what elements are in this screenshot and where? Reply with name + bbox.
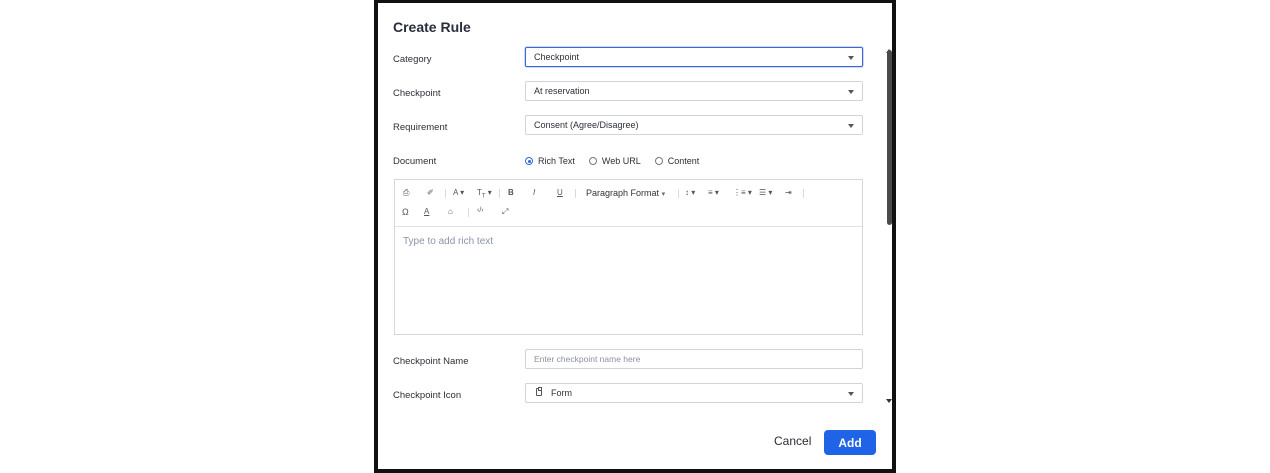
indent-icon[interactable]: ⇥ (785, 188, 792, 197)
create-rule-dialog-frame: Create Rule Category Checkpoint Checkpoi… (374, 0, 896, 473)
radio-selected-icon (525, 157, 533, 165)
chevron-down-icon (848, 90, 854, 94)
checkpoint-icon-label: Checkpoint Icon (393, 390, 462, 401)
checkpoint-value: At reservation (534, 86, 590, 96)
text-color-icon[interactable]: A (424, 207, 429, 216)
cancel-button[interactable]: Cancel (774, 434, 811, 448)
toolbar-divider (468, 208, 469, 217)
chevron-down-icon: ▾ (661, 191, 666, 198)
unordered-list-icon[interactable]: ☰ ▾ (759, 188, 772, 197)
add-button[interactable]: Add (824, 430, 876, 455)
checkpoint-name-input[interactable] (525, 349, 863, 369)
radio-content[interactable]: Content (654, 156, 700, 166)
category-select[interactable]: Checkpoint (525, 47, 863, 67)
checkpoint-icon-select[interactable]: Form (525, 383, 863, 403)
checkpoint-select[interactable]: At reservation (525, 81, 863, 101)
toolbar-divider (803, 189, 804, 198)
scrollbar-thumb[interactable] (887, 50, 892, 225)
editor-toolbar: ⎙ ✐ A ▾ TT ▾ B I U Paragraph Format ▾ ↕ … (395, 180, 862, 227)
ordered-list-icon[interactable]: ⋮≡ ▾ (733, 188, 752, 197)
code-view-icon[interactable]: ‹/› (477, 207, 484, 214)
chevron-down-icon (848, 56, 854, 60)
radio-unselected-icon (588, 157, 597, 165)
underline-icon[interactable]: U (557, 188, 563, 197)
category-label: Category (393, 54, 432, 65)
paragraph-format-label: Paragraph Format (586, 188, 660, 198)
checkpoint-icon-value: Form (551, 388, 572, 398)
radio-unselected-icon (654, 157, 663, 165)
font-size-icon[interactable]: TT ▾ (477, 188, 492, 200)
scroll-down-arrow[interactable] (886, 399, 892, 403)
clipboard-icon (536, 387, 542, 396)
toolbar-divider (499, 189, 500, 198)
font-family-icon[interactable]: A ▾ (453, 188, 464, 197)
italic-icon[interactable]: I (533, 188, 535, 197)
fullscreen-icon[interactable]: ⤢ (502, 207, 508, 217)
toolbar-divider (445, 189, 446, 198)
editor-placeholder[interactable]: Type to add rich text (403, 236, 493, 247)
requirement-select[interactable]: Consent (Agree/Disagree) (525, 115, 863, 135)
radio-rich-text-label: Rich Text (538, 156, 575, 166)
line-height-icon[interactable]: ↕ ▾ (685, 188, 695, 197)
print-icon[interactable]: ⎙ (403, 188, 409, 198)
document-label: Document (393, 156, 437, 167)
clear-format-icon[interactable]: ✐ (427, 188, 434, 197)
document-radio-group: Rich Text Web URL Content (525, 154, 699, 168)
toolbar-divider (575, 189, 576, 198)
bold-icon[interactable]: B (508, 188, 514, 197)
category-value: Checkpoint (534, 52, 580, 62)
radio-web-url[interactable]: Web URL (588, 156, 641, 166)
radio-content-label: Content (667, 156, 700, 166)
special-characters-icon[interactable]: Ω (402, 207, 409, 217)
radio-web-url-label: Web URL (601, 156, 641, 166)
checkpoint-name-label: Checkpoint Name (393, 356, 469, 367)
create-rule-dialog: Create Rule Category Checkpoint Checkpoi… (378, 3, 892, 469)
checkpoint-label: Checkpoint (393, 88, 441, 99)
background-color-icon[interactable]: ⌂ (448, 207, 453, 216)
paragraph-format-dropdown[interactable]: Paragraph Format ▾ (586, 188, 665, 198)
chevron-down-icon (848, 124, 854, 128)
align-icon[interactable]: ≡ ▾ (708, 188, 719, 197)
dialog-title: Create Rule (393, 19, 471, 35)
toolbar-divider (678, 189, 679, 198)
requirement-value: Consent (Agree/Disagree) (534, 120, 639, 130)
rich-text-editor: ⎙ ✐ A ▾ TT ▾ B I U Paragraph Format ▾ ↕ … (394, 179, 863, 335)
chevron-down-icon (848, 392, 854, 396)
requirement-label: Requirement (393, 122, 448, 133)
radio-rich-text[interactable]: Rich Text (525, 156, 575, 166)
